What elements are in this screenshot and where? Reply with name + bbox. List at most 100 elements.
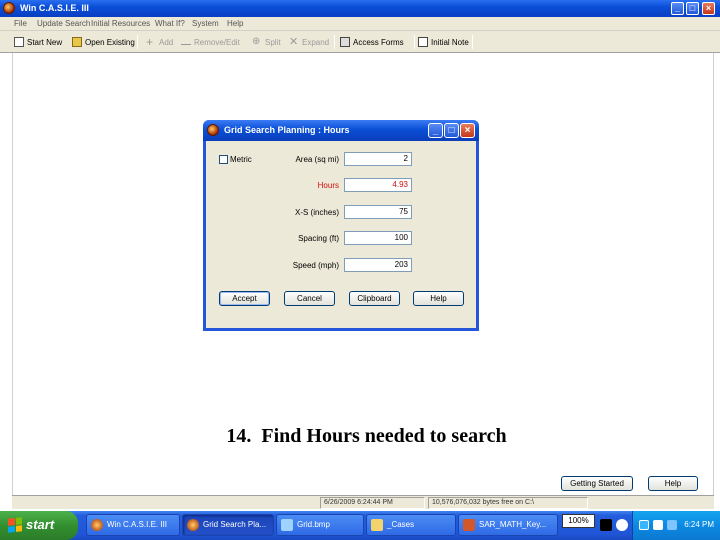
- start-new-button[interactable]: Start New: [14, 35, 62, 49]
- menu-help[interactable]: Help: [227, 19, 243, 28]
- menu-bar: File Update Search Initial Resources Wha…: [0, 17, 720, 31]
- area-input[interactable]: 2: [344, 152, 412, 166]
- close-button[interactable]: ×: [702, 2, 715, 15]
- forms-icon: [340, 37, 350, 47]
- dialog-close-button[interactable]: ×: [460, 123, 475, 138]
- menu-update-search[interactable]: Update Search: [37, 19, 90, 28]
- app-logo-icon: [3, 2, 15, 14]
- getting-started-button[interactable]: Getting Started: [561, 476, 633, 491]
- volume-icon[interactable]: [667, 520, 677, 530]
- expand-button[interactable]: ✕ Expand: [289, 35, 329, 49]
- access-forms-label: Access Forms: [353, 37, 404, 47]
- language-icon[interactable]: [653, 520, 663, 530]
- plug-icon[interactable]: [600, 519, 612, 531]
- window-title: Win C.A.S.I.E. III: [20, 3, 89, 13]
- hours-input[interactable]: 4.93: [344, 178, 412, 192]
- caption-text: Find Hours needed to search: [261, 425, 507, 447]
- app-logo-icon: [91, 519, 103, 531]
- open-existing-label: Open Existing: [85, 37, 135, 47]
- spacing-label: Spacing (ft): [298, 234, 339, 243]
- task-grid-bmp[interactable]: Grid.bmp: [276, 514, 364, 536]
- dialog-maximize-button[interactable]: □: [444, 123, 459, 138]
- expand-label: Expand: [302, 37, 330, 47]
- initial-note-button[interactable]: Initial Note: [418, 35, 469, 49]
- start-new-label: Start New: [27, 37, 63, 47]
- main-help-button[interactable]: Help: [648, 476, 698, 491]
- paint-icon: [281, 519, 293, 531]
- spacing-input[interactable]: 100: [344, 231, 412, 245]
- add-icon: +: [146, 35, 154, 49]
- toolbar-separator: [137, 35, 138, 49]
- note-icon: [418, 37, 428, 47]
- taskbar: start Win C.A.S.I.E. III Grid Search Pla…: [0, 511, 720, 540]
- dialog-title-bar[interactable]: Grid Search Planning : Hours _ □ ×: [203, 120, 479, 141]
- network-icon[interactable]: [616, 519, 628, 531]
- bluetooth-icon[interactable]: [639, 520, 649, 530]
- task-cases-folder[interactable]: _Cases: [366, 514, 456, 536]
- folder-icon: [371, 519, 383, 531]
- dialog-minimize-button[interactable]: _: [428, 123, 443, 138]
- grid-search-dialog: Grid Search Planning : Hours _ □ × Metri…: [203, 120, 479, 331]
- cancel-button[interactable]: Cancel: [284, 291, 335, 306]
- system-tray: 6:24 PM: [632, 511, 720, 540]
- task-grid-search[interactable]: Grid Search Pla...: [182, 514, 274, 536]
- task-label: Win C.A.S.I.E. III: [107, 520, 168, 529]
- speed-label: Speed (mph): [292, 261, 339, 270]
- remove-edit-label: Remove/Edit: [194, 37, 240, 47]
- maximize-button[interactable]: □: [686, 2, 699, 15]
- help-button[interactable]: Help: [413, 291, 464, 306]
- metric-label: Metric: [230, 155, 252, 164]
- open-existing-button[interactable]: Open Existing: [72, 35, 135, 49]
- access-forms-button[interactable]: Access Forms: [340, 35, 404, 49]
- split-label: Split: [265, 37, 281, 47]
- menu-file[interactable]: File: [14, 19, 27, 28]
- add-button[interactable]: + Add: [146, 35, 173, 49]
- task-label: Grid Search Pla...: [203, 520, 267, 529]
- dialog-body: Metric Area (sq mi) 2 Hours 4.93 X-S (in…: [206, 141, 476, 328]
- minus-icon: [181, 44, 191, 45]
- task-win-casie[interactable]: Win C.A.S.I.E. III: [86, 514, 180, 536]
- minimize-button[interactable]: _: [671, 2, 684, 15]
- xs-input[interactable]: 75: [344, 205, 412, 219]
- task-label: _Cases: [387, 520, 415, 529]
- task-label: Grid.bmp: [297, 520, 330, 529]
- accept-button[interactable]: Accept: [219, 291, 270, 306]
- status-bar: 6/26/2009 6:24:44 PM 10,576,076,032 byte…: [12, 495, 714, 509]
- app-logo-icon: [207, 124, 219, 136]
- task-label: SAR_MATH_Key...: [479, 520, 547, 529]
- clock: 6:24 PM: [684, 520, 714, 529]
- xs-label: X-S (inches): [294, 208, 339, 217]
- dialog-title: Grid Search Planning : Hours: [224, 125, 350, 135]
- open-folder-icon: [72, 37, 82, 47]
- metric-checkbox[interactable]: [219, 155, 228, 164]
- area-label: Area (sq mi): [295, 155, 339, 164]
- menu-initial-resources[interactable]: Initial Resources: [91, 19, 150, 28]
- start-label: start: [26, 517, 55, 532]
- windows-logo-icon: [8, 517, 22, 533]
- powerpoint-icon: [463, 519, 475, 531]
- toolbar-separator: [414, 35, 415, 49]
- clipboard-button[interactable]: Clipboard: [349, 291, 400, 306]
- expand-icon: ✕: [289, 36, 299, 48]
- toolbar-separator: [472, 35, 473, 49]
- menu-system[interactable]: System: [192, 19, 219, 28]
- slide-caption: 14. Find Hours needed to search: [13, 425, 715, 448]
- toolbar: Start New Open Existing + Add Remove/Edi…: [0, 31, 720, 53]
- main-title-bar[interactable]: Win C.A.S.I.E. III _ □ ×: [0, 0, 720, 17]
- hours-label: Hours: [317, 181, 339, 190]
- initial-note-label: Initial Note: [431, 37, 469, 47]
- speed-input[interactable]: 203: [344, 258, 412, 272]
- caption-number: 14.: [226, 425, 252, 447]
- status-disk-space: 10,576,076,032 bytes free on C:\: [428, 497, 588, 509]
- status-datetime: 6/26/2009 6:24:44 PM: [320, 497, 425, 509]
- add-label: Add: [159, 37, 174, 47]
- new-file-icon: [14, 37, 24, 47]
- menu-what-if[interactable]: What If?: [155, 19, 185, 28]
- zoom-indicator[interactable]: 100%: [562, 514, 595, 528]
- task-sar-math[interactable]: SAR_MATH_Key...: [458, 514, 558, 536]
- start-button[interactable]: start: [0, 511, 78, 540]
- split-button[interactable]: ⊕ Split: [252, 35, 281, 49]
- split-icon: ⊕: [252, 36, 261, 47]
- remove-edit-button[interactable]: Remove/Edit: [181, 35, 240, 49]
- toolbar-separator: [334, 35, 335, 49]
